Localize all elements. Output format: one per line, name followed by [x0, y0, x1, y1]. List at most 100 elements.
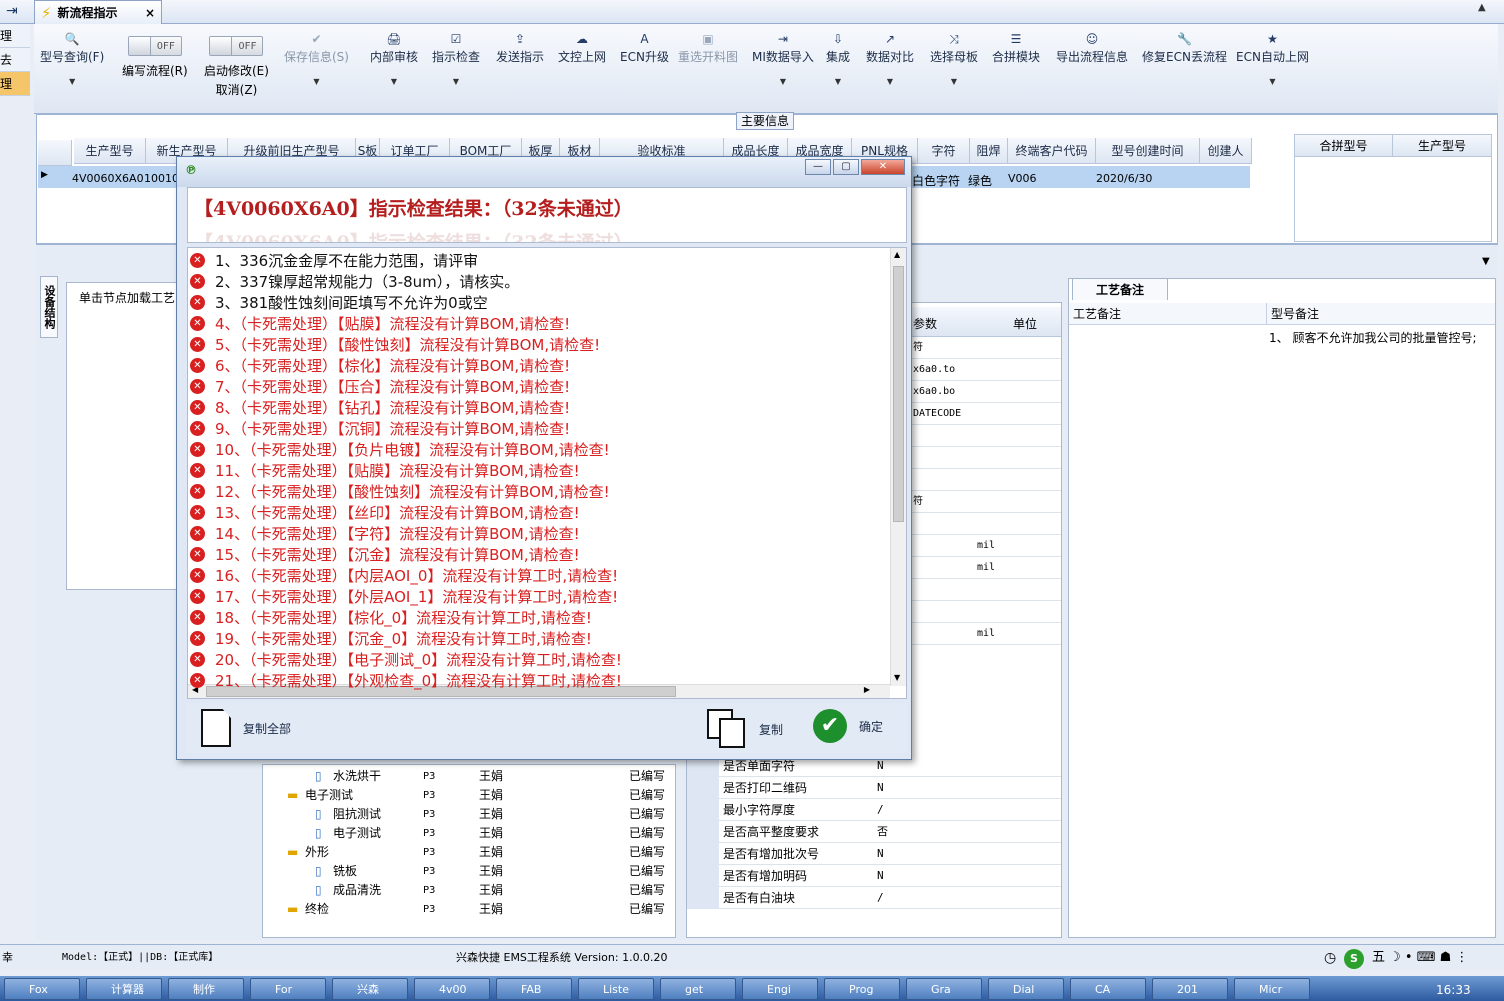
- error-item[interactable]: ✕ 2、337镍厚超常规能力（3-8um），请核实。: [190, 271, 519, 292]
- grid-col-header[interactable]: 创建人: [1200, 138, 1252, 164]
- scroll-thumb[interactable]: [893, 266, 904, 522]
- left-nav-item[interactable]: 理: [0, 24, 30, 48]
- error-item[interactable]: ✕ 17、（卡死需处理）【外层AOI_1】流程没有计算工时,请检查!: [190, 586, 618, 607]
- vertical-scrollbar[interactable]: ▲ ▼: [890, 248, 906, 686]
- ribbon-button[interactable]: ☺ 导出流程信息: [1056, 30, 1128, 65]
- toggle-start-edit[interactable]: OFF 启动修改(E) 取消(Z): [204, 36, 269, 98]
- toggle-switch[interactable]: OFF: [209, 36, 264, 56]
- grid-col-header[interactable]: 型号创建时间: [1096, 138, 1200, 164]
- tree-node[interactable]: ▯ 阻抗测试 P3 王娟 已编写: [263, 805, 675, 824]
- grid-corner[interactable]: [38, 140, 72, 166]
- dropdown-arrow-icon[interactable]: ▼: [313, 77, 319, 86]
- grid-col-header[interactable]: 阻焊: [970, 138, 1008, 164]
- row-new-model[interactable]: 10010: [144, 172, 179, 185]
- close-button[interactable]: ✕: [861, 159, 905, 175]
- taskbar-item[interactable]: Fox: [4, 978, 80, 1000]
- error-item[interactable]: ✕ 1、336沉金金厚不在能力范围，请评审: [190, 250, 478, 271]
- error-item[interactable]: ✕ 11、（卡死需处理）【贴膜】流程没有计算BOM,请检查!: [190, 460, 580, 481]
- taskbar-item[interactable]: Gra: [906, 978, 982, 1000]
- error-item[interactable]: ✕ 14、（卡死需处理）【字符】流程没有计算BOM,请检查!: [190, 523, 580, 544]
- error-item[interactable]: ✕ 7、（卡死需处理）【压合】流程没有计算BOM,请检查!: [190, 376, 570, 397]
- ribbon-button[interactable]: ↗ 数据对比 ▼: [866, 30, 914, 86]
- dropdown-arrow-icon[interactable]: ▼: [1269, 77, 1275, 86]
- clock-icon[interactable]: ◷: [1324, 945, 1336, 971]
- prop-row[interactable]: 是否高平整度要求 否: [687, 821, 1061, 843]
- error-item[interactable]: ✕ 5、（卡死需处理）【酸性蚀刻】流程没有计算BOM,请检查!: [190, 334, 600, 355]
- equipment-structure-tab[interactable]: 设备结构: [40, 276, 58, 338]
- error-item[interactable]: ✕ 10、（卡死需处理）【负片电镀】流程没有计算BOM,请检查!: [190, 439, 610, 460]
- taskbar-item[interactable]: Micr: [1234, 978, 1310, 1000]
- login-icon[interactable]: ⇥: [6, 3, 18, 19]
- taskbar-item[interactable]: Liste: [578, 978, 654, 1000]
- ribbon-button[interactable]: ☁ 文控上网: [558, 30, 606, 65]
- cancel-label[interactable]: 取消(Z): [216, 81, 258, 98]
- tree-node[interactable]: ▬ 终检 P3 王娟 已编写: [263, 900, 675, 919]
- left-nav-item[interactable]: 去: [0, 48, 30, 72]
- process-remark-tab[interactable]: 工艺备注: [1072, 278, 1168, 300]
- row-date[interactable]: 2020/6/30: [1096, 172, 1152, 185]
- error-item[interactable]: ✕ 9、（卡死需处理）【沉铜】流程没有计算BOM,请检查!: [190, 418, 570, 439]
- minimize-button[interactable]: —: [805, 159, 831, 175]
- ribbon-button[interactable]: ★ ECN自动上网 ▼: [1236, 30, 1309, 86]
- error-item[interactable]: ✕ 12、（卡死需处理）【酸性蚀刻】流程没有计算BOM,请检查!: [190, 481, 610, 502]
- error-item[interactable]: ✕ 18、（卡死需处理）【棕化_0】流程没有计算工时,请检查!: [190, 607, 592, 628]
- error-item[interactable]: ✕ 21、（卡死需处理）【外观检查_0】流程没有计算工时,请检查!: [190, 670, 622, 691]
- taskbar-item[interactable]: 兴森: [332, 978, 408, 1000]
- dialog-titlebar[interactable]: [177, 157, 911, 187]
- ime-icon[interactable]: S: [1344, 949, 1364, 969]
- taskbar-item[interactable]: get: [660, 978, 736, 1000]
- error-item[interactable]: ✕ 19、（卡死需处理）【沉金_0】流程没有计算工时,请检查!: [190, 628, 592, 649]
- dropdown-arrow-icon[interactable]: ▼: [391, 77, 397, 86]
- error-item[interactable]: ✕ 15、（卡死需处理）【沉金】流程没有计算BOM,请检查!: [190, 544, 580, 565]
- copy-all-button[interactable]: 复制全部: [201, 709, 291, 747]
- dropdown-arrow-icon[interactable]: ▼: [69, 77, 75, 86]
- error-item[interactable]: ✕ 13、（卡死需处理）【丝印】流程没有计算BOM,请检查!: [190, 502, 580, 523]
- ribbon-button[interactable]: ⇥ MI数据导入 ▼: [752, 30, 814, 86]
- copy-button[interactable]: 复制: [707, 709, 783, 749]
- model-remark-text[interactable]: 1、 顾客不允许加我公司的批量管控号;: [1269, 331, 1479, 345]
- dropdown-arrow-icon[interactable]: ▼: [887, 77, 893, 86]
- taskbar-item[interactable]: 制作: [168, 978, 244, 1000]
- tree-node[interactable]: ▯ 电子测试 P3 王娟 已编写: [263, 824, 675, 843]
- error-item[interactable]: ✕ 20、（卡死需处理）【电子测试_0】流程没有计算工时,请检查!: [190, 649, 622, 670]
- ribbon-button[interactable]: 🔍 型号查询(F) ▼: [40, 30, 104, 86]
- scroll-right-icon[interactable]: ▶: [864, 685, 870, 694]
- maximize-button[interactable]: ▢: [833, 159, 859, 175]
- prop-row[interactable]: 是否有白油块 /: [687, 887, 1061, 909]
- taskbar-item[interactable]: CA: [1070, 978, 1146, 1000]
- prop-row[interactable]: 是否有增加明码 N: [687, 865, 1061, 887]
- window-tab[interactable]: ⚡ 新流程指示 ×: [34, 0, 162, 24]
- ime-toolbar[interactable]: 五 ☽ • ⌨ ☗ ⋮: [1372, 945, 1468, 971]
- taskbar-item[interactable]: 201: [1152, 978, 1228, 1000]
- ribbon-button[interactable]: ☰ 合拼模块: [992, 30, 1040, 65]
- tree-node[interactable]: ▯ 水洗烘干 P3 王娟 已编写: [263, 767, 675, 786]
- row-product-model[interactable]: 4V0060X6A0: [72, 172, 144, 185]
- ribbon-button[interactable]: A ECN升级: [620, 30, 669, 65]
- close-tab-icon[interactable]: ×: [145, 6, 155, 20]
- taskbar-item[interactable]: Engi: [742, 978, 818, 1000]
- ribbon-button[interactable]: ☑ 指示检查 ▼: [432, 30, 480, 86]
- chevron-down-icon[interactable]: ▼: [1482, 256, 1490, 267]
- prop-row[interactable]: 是否有增加批次号 N: [687, 843, 1061, 865]
- left-nav-item[interactable]: 理: [0, 72, 30, 96]
- tree-node[interactable]: ▬ 外形 P3 王娟 已编写: [263, 843, 675, 862]
- toggle-switch[interactable]: OFF: [127, 36, 182, 56]
- prop-row[interactable]: 是否打印二维码 N: [687, 777, 1061, 799]
- dropdown-arrow-icon[interactable]: ▼: [951, 77, 957, 86]
- error-item[interactable]: ✕ 3、381酸性蚀刻间距填写不允许为0或空: [190, 292, 488, 313]
- row-char[interactable]: 白色字符: [912, 172, 960, 189]
- ribbon-button[interactable]: 🖨 内部审核 ▼: [370, 30, 418, 86]
- toggle-write-flow[interactable]: OFF 编写流程(R): [122, 36, 188, 79]
- taskbar-item[interactable]: Prog: [824, 978, 900, 1000]
- dropdown-arrow-icon[interactable]: ▼: [780, 77, 786, 86]
- taskbar-item[interactable]: For: [250, 978, 326, 1000]
- grid-col-header[interactable]: 字符: [918, 138, 970, 164]
- error-item[interactable]: ✕ 8、（卡死需处理）【钻孔】流程没有计算BOM,请检查!: [190, 397, 570, 418]
- row-mask[interactable]: 绿色: [968, 172, 992, 189]
- taskbar-item[interactable]: 计算器: [86, 978, 162, 1000]
- tree-node[interactable]: ▬ 电子测试 P3 王娟 已编写: [263, 786, 675, 805]
- scroll-down-icon[interactable]: ▼: [894, 673, 900, 682]
- ribbon-button[interactable]: ▣ 重选开料图: [678, 30, 738, 65]
- row-customer[interactable]: V006: [1008, 172, 1037, 185]
- tree-node[interactable]: ▯ 成品清洗 P3 王娟 已编写: [263, 881, 675, 900]
